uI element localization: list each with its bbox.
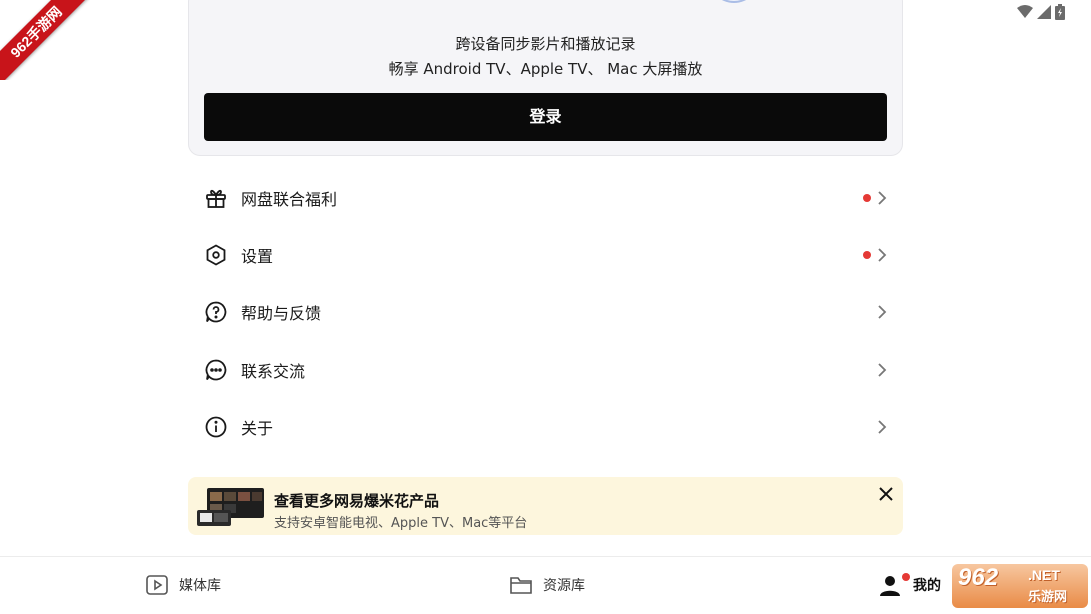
watermark-logo-sub: 乐游网 — [1028, 590, 1068, 605]
watermark-logo-number: 962 — [958, 564, 999, 591]
person-icon-wrap — [879, 573, 910, 597]
promo-banner[interactable]: 查看更多网易爆米花产品 支持安卓智能电视、Apple TV、Mac等平台 — [188, 477, 903, 535]
notification-dot — [863, 194, 871, 202]
login-description-line1: 跨设备同步影片和播放记录 — [455, 35, 636, 53]
menu-item-contact[interactable]: 联系交流 — [188, 342, 903, 398]
play-box-icon — [146, 575, 168, 595]
login-button[interactable]: 登录 — [204, 93, 887, 141]
chevron-right-icon — [878, 191, 887, 205]
menu-item-label: 联系交流 — [241, 362, 306, 381]
person-icon — [880, 576, 900, 596]
signal-icon — [1037, 5, 1051, 19]
menu-item-label: 设置 — [241, 247, 274, 266]
watermark-logo: 962 .NET 乐游网 — [952, 564, 1088, 608]
chevron-right-icon — [878, 305, 887, 319]
menu-item-label: 关于 — [241, 419, 274, 438]
battery-icon — [1055, 4, 1065, 20]
notification-dot — [863, 251, 871, 259]
menu-item-cloud-benefits[interactable]: 网盘联合福利 — [188, 170, 903, 226]
chat-bubble-icon — [205, 359, 227, 381]
menu-item-label: 网盘联合福利 — [241, 190, 338, 209]
chevron-right-icon — [878, 363, 887, 377]
tab-mine[interactable]: 我的 — [879, 570, 941, 600]
status-bar — [1017, 4, 1065, 20]
promo-subtitle: 支持安卓智能电视、Apple TV、Mac等平台 — [274, 516, 528, 531]
menu-item-label: 帮助与反馈 — [241, 304, 322, 323]
login-description-line2: 畅享 Android TV、Apple TV、 Mac 大屏播放 — [388, 60, 703, 78]
menu-item-about[interactable]: 关于 — [188, 399, 903, 455]
avatar-placeholder — [708, 0, 760, 3]
notification-dot — [902, 573, 910, 581]
bottom-nav-divider — [0, 556, 1091, 557]
menu-item-help-feedback[interactable]: 帮助与反馈 — [188, 284, 903, 340]
watermark-logo-net: .NET — [1028, 567, 1060, 583]
chevron-right-icon — [878, 420, 887, 434]
close-icon[interactable] — [878, 486, 894, 502]
tab-label: 媒体库 — [179, 578, 221, 594]
tab-label: 资源库 — [543, 578, 585, 594]
folder-icon — [510, 577, 532, 594]
info-icon — [205, 416, 227, 438]
watermark-ribbon: 962手游网 — [0, 0, 90, 80]
menu-item-settings[interactable]: 设置 — [188, 227, 903, 283]
tab-resource-library[interactable]: 资源库 — [509, 570, 585, 600]
wifi-icon — [1017, 5, 1033, 18]
promo-title: 查看更多网易爆米花产品 — [274, 492, 440, 510]
chevron-right-icon — [878, 248, 887, 262]
tab-media-library[interactable]: 媒体库 — [145, 570, 221, 600]
gift-icon — [206, 189, 226, 208]
help-bubble-icon — [205, 301, 227, 323]
settings-hexagon-icon — [206, 244, 226, 266]
product-devices-thumbnail — [197, 488, 264, 526]
tab-label: 我的 — [913, 578, 941, 594]
watermark-ribbon-text: 962手游网 — [0, 0, 90, 80]
